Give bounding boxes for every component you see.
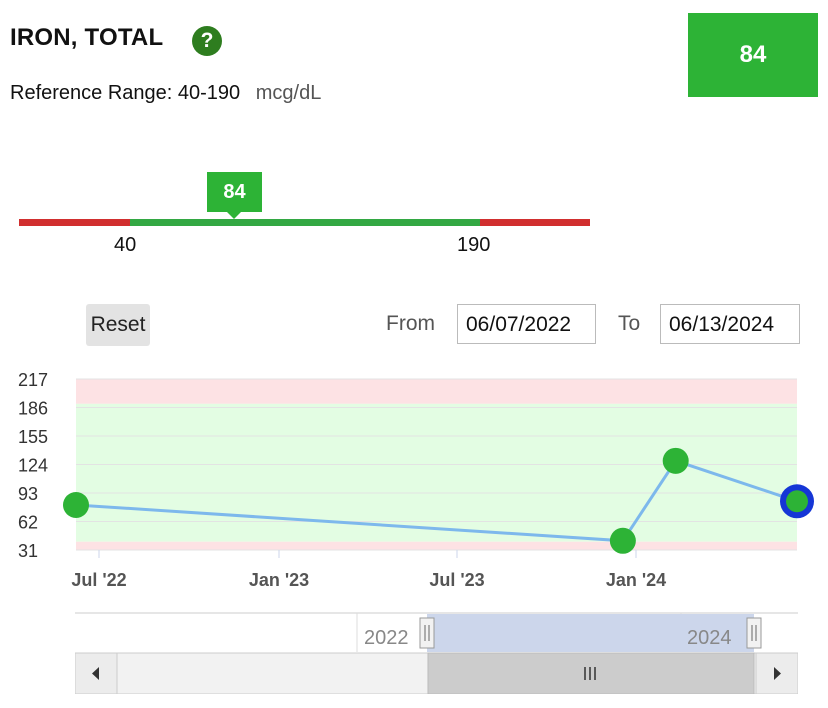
- reference-range-value: 40-190: [177, 82, 241, 104]
- range-bar-high-segment: [480, 219, 590, 226]
- y-tick-label: 217: [18, 370, 48, 390]
- range-marker-pointer: [226, 211, 242, 219]
- y-tick-label: 93: [18, 484, 38, 504]
- data-point: [63, 491, 89, 518]
- range-bar-normal-segment: [130, 219, 480, 226]
- page-title: IRON, TOTAL: [10, 24, 164, 51]
- range-bar-low-segment: [19, 219, 130, 226]
- to-label: To: [618, 312, 641, 335]
- reference-unit: mcg/dL: [255, 82, 322, 104]
- range-band: [76, 541, 797, 550]
- result-value-badge: 84: [688, 13, 818, 97]
- data-point: [662, 447, 689, 474]
- range-band: [76, 379, 797, 404]
- navigator-year-left: 2022: [364, 627, 409, 649]
- navigator-handle-right[interactable]: [746, 617, 762, 649]
- y-tick-label: 62: [18, 513, 38, 533]
- reset-button[interactable]: Reset: [86, 304, 150, 346]
- navigator-handle-left[interactable]: [419, 617, 435, 649]
- range-marker-value: 84: [207, 172, 262, 212]
- from-date-input[interactable]: 06/07/2022: [457, 304, 596, 344]
- scrollbar-thumb[interactable]: [427, 652, 755, 694]
- x-tick-label: Jan '23: [249, 570, 309, 590]
- reference-range-label: Reference Range:: [10, 82, 173, 104]
- x-axis-ticks: Jul '22 Jan '23 Jul '23 Jan '24: [71, 550, 666, 590]
- range-high-label: 190: [457, 234, 491, 256]
- to-date-input[interactable]: 06/13/2024: [660, 304, 800, 344]
- x-tick-label: Jan '24: [606, 570, 666, 590]
- y-tick-label: 155: [18, 427, 48, 447]
- iron-trend-chart: 217 186 155 124 93 62 31 Jul '22 Jan '23 Jul '23…: [18, 370, 814, 590]
- y-tick-label: 186: [18, 399, 48, 419]
- reference-range: Reference Range: 40-190 mcg/dL: [10, 82, 321, 105]
- from-label: From: [386, 312, 435, 335]
- x-tick-label: Jul '23: [429, 570, 484, 590]
- y-tick-label: 31: [18, 541, 38, 561]
- question-icon[interactable]: ?: [192, 26, 222, 56]
- data-point: [609, 527, 636, 554]
- y-axis-ticks: 217 186 155 124 93 62 31: [18, 370, 48, 561]
- range-navigator[interactable]: 2022 2024: [75, 612, 798, 694]
- x-tick-label: Jul '22: [71, 570, 126, 590]
- y-tick-label: 124: [18, 456, 48, 476]
- navigator-year-right: 2024: [687, 627, 732, 649]
- range-low-label: 40: [114, 234, 137, 256]
- data-point: [786, 490, 808, 513]
